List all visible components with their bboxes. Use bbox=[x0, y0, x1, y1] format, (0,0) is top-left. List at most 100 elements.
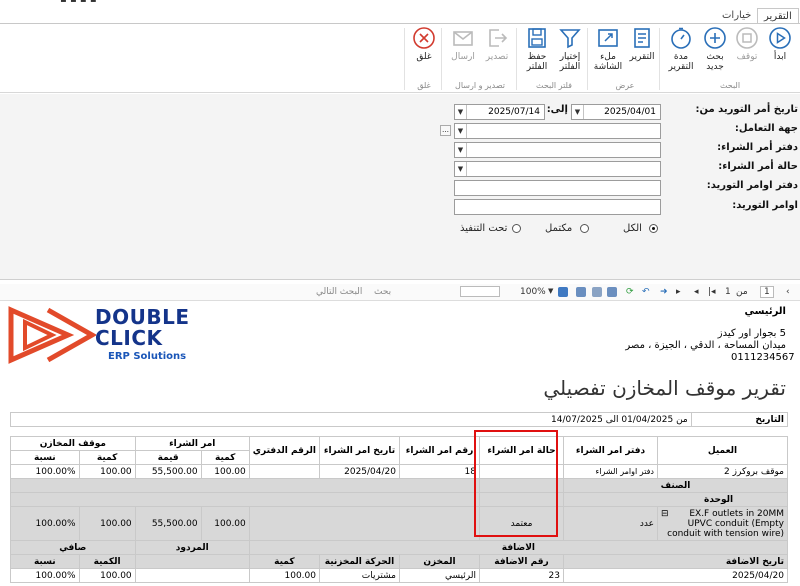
report-page: DOUBLE CLICK ERP Solutions الرئيسي 5 بجو… bbox=[0, 302, 800, 586]
header-qty: كمية bbox=[78, 450, 136, 465]
print-layout-icon[interactable] bbox=[592, 287, 602, 297]
report-label: التقرير bbox=[629, 52, 655, 62]
item-qty: 100.00 bbox=[200, 506, 250, 541]
header-client: العميل bbox=[657, 436, 788, 465]
collapse-icon[interactable]: ⊟ bbox=[661, 509, 669, 519]
table-row: نسبة الكمية كمية الحركة المخزنية المخزن … bbox=[10, 554, 788, 569]
fullscreen-button[interactable]: ملء الشاشة bbox=[590, 26, 626, 72]
supply-book-input[interactable] bbox=[454, 180, 661, 196]
new-search-label: بحث جديد bbox=[706, 52, 724, 72]
purchase-status-label: حالة أمر الشراء: bbox=[718, 161, 798, 172]
sub-movement: مشتريات bbox=[319, 568, 400, 583]
party-browse-button[interactable]: … bbox=[440, 125, 451, 136]
start-button[interactable]: ابدأ bbox=[762, 26, 798, 62]
radio-all[interactable] bbox=[649, 224, 658, 233]
find-next-link[interactable]: البحث التالي bbox=[316, 287, 362, 297]
export-button[interactable]: تصدير bbox=[479, 26, 515, 62]
group-search-label: البحث bbox=[719, 81, 741, 90]
header-stock-status: موقف المخازن bbox=[10, 436, 136, 451]
radio-in-progress[interactable] bbox=[512, 224, 521, 233]
chevron-down-icon[interactable]: ▼ bbox=[455, 124, 467, 138]
cell-book-no bbox=[248, 464, 321, 479]
fullscreen-label: ملء الشاشة bbox=[593, 52, 623, 72]
stop-button[interactable]: توقف bbox=[729, 26, 765, 62]
chevron-down-icon[interactable]: ▼ bbox=[455, 143, 467, 157]
header-qty: كمية bbox=[200, 450, 250, 465]
close-button[interactable]: غلق bbox=[406, 26, 442, 62]
sub-net-qty: 100.00 bbox=[78, 568, 136, 583]
tab-report[interactable]: التقرير bbox=[757, 8, 799, 24]
date-range-table: من 01/04/2025 الى 14/07/2025 التاريخ bbox=[10, 412, 789, 427]
date-from-input[interactable]: ▼ 2025/04/01 bbox=[571, 104, 661, 120]
logo-text-line2: CLICK bbox=[95, 326, 163, 350]
collapse-arrow-icon[interactable]: ‹ bbox=[786, 287, 790, 297]
first-page-icon[interactable]: |◂ bbox=[708, 287, 716, 297]
page-number-input[interactable]: 1 bbox=[760, 286, 774, 298]
party-label: جهة التعامل: bbox=[734, 123, 798, 134]
send-label: ارسال bbox=[451, 52, 475, 62]
tab-options[interactable]: خيارات bbox=[716, 8, 757, 24]
header-item: الصنف bbox=[563, 478, 788, 493]
report-icon bbox=[634, 28, 650, 48]
phone-number: 0111234567 bbox=[731, 352, 795, 363]
header-store: المخزن bbox=[399, 554, 480, 569]
back-icon[interactable]: ↶ bbox=[642, 287, 650, 297]
supply-orders-input[interactable] bbox=[454, 199, 661, 215]
send-button[interactable]: ارسال bbox=[445, 26, 481, 62]
cell-purchase-date: 2025/04/20 bbox=[319, 464, 400, 479]
table-row: 100.00% 100.00 100.00 مشتريات الرئيسي 23… bbox=[10, 568, 788, 583]
report-button[interactable]: التقرير bbox=[624, 26, 660, 62]
chevron-down-icon[interactable]: ▼ bbox=[455, 105, 467, 119]
ribbon-tabs: التقرير خيارات bbox=[0, 6, 800, 24]
header-purchase-book: دفتر امر الشراء bbox=[563, 436, 658, 465]
header-book-no: الرقم الدفتري bbox=[248, 436, 321, 465]
page-setup-icon[interactable] bbox=[576, 287, 586, 297]
report-viewer-toolbar: ‹ 1 من 1 |◂ ◂ ▸ ➜ ↶ ⟳ ▼ 100% بحث البحث ا… bbox=[0, 284, 800, 301]
group-export-send-label: تصدير و ارسال bbox=[455, 81, 505, 90]
header-movement: الحركة المخزنية bbox=[319, 554, 400, 569]
header-purchase-order: امر الشراء bbox=[134, 436, 250, 451]
export-icon bbox=[489, 29, 508, 47]
item-name-text: EX.F outlets in 20MM UPVC conduit (Empty… bbox=[667, 508, 784, 539]
header-sub-qty: كمية bbox=[248, 554, 321, 569]
next-arrow-icon[interactable]: ➜ bbox=[660, 287, 668, 297]
sub-net-ratio: 100.00% bbox=[10, 568, 80, 583]
cell-ratio: 100.00% bbox=[10, 464, 80, 479]
save-filter-label: حفظ الفلتر bbox=[526, 52, 548, 72]
new-search-button[interactable]: بحث جديد bbox=[697, 26, 733, 72]
date-from-label: تاريخ أمر التوريد من: bbox=[695, 104, 798, 115]
timer-icon bbox=[671, 27, 691, 49]
zoom-value[interactable]: 100% bbox=[520, 287, 546, 297]
find-link[interactable]: بحث bbox=[374, 287, 391, 297]
report-duration-button[interactable]: مدة التقرير bbox=[663, 26, 699, 72]
prev-page-icon[interactable]: ◂ bbox=[694, 287, 699, 297]
stock-status-table: موقف المخازن امر الشراء الرقم الدفتري تا… bbox=[10, 436, 789, 583]
item-stock-qty: 100.00 bbox=[78, 506, 136, 541]
supply-book-label: دفتر اوامر التوريد: bbox=[706, 180, 798, 191]
print-icon[interactable] bbox=[607, 287, 617, 297]
cell-purchase-book: دفتر اوامر الشراء bbox=[563, 464, 658, 479]
chevron-down-icon[interactable]: ▼ bbox=[572, 105, 584, 119]
date-to-input[interactable]: ▼ 2025/07/14 bbox=[454, 104, 545, 120]
purchase-book-select[interactable]: ▼ bbox=[454, 142, 661, 158]
ribbon-toolbar: ابدأ توقف بحث جديد مدة التقرير البحث الت… bbox=[0, 23, 800, 93]
save-filter-button[interactable]: حفظ الفلتر bbox=[519, 26, 555, 72]
logo-tagline: ERP Solutions bbox=[108, 351, 187, 362]
choose-filter-button[interactable]: إختيار الفلتر bbox=[552, 26, 588, 72]
export-save-icon[interactable] bbox=[558, 287, 568, 297]
cell-client: موقف بروكرز 2 bbox=[657, 464, 788, 479]
chevron-down-icon[interactable]: ▼ bbox=[455, 162, 467, 176]
header-returns: المردود bbox=[134, 540, 250, 555]
party-select[interactable]: ▼ bbox=[454, 123, 661, 139]
company-logo bbox=[8, 306, 96, 364]
refresh-icon[interactable]: ⟳ bbox=[626, 287, 634, 297]
radio-complete[interactable] bbox=[580, 224, 589, 233]
purchase-status-select[interactable]: ▼ bbox=[454, 161, 661, 177]
next-page-icon[interactable]: ▸ bbox=[676, 287, 681, 297]
table-row: الوحدة bbox=[10, 492, 788, 507]
chevron-down-icon[interactable]: ▼ bbox=[548, 287, 553, 295]
date-label: التاريخ bbox=[690, 412, 789, 427]
sub-qty: 100.00 bbox=[248, 568, 321, 583]
report-title: تقرير موقف المخازن تفصيلي bbox=[543, 376, 786, 400]
find-text-input[interactable] bbox=[460, 286, 500, 297]
